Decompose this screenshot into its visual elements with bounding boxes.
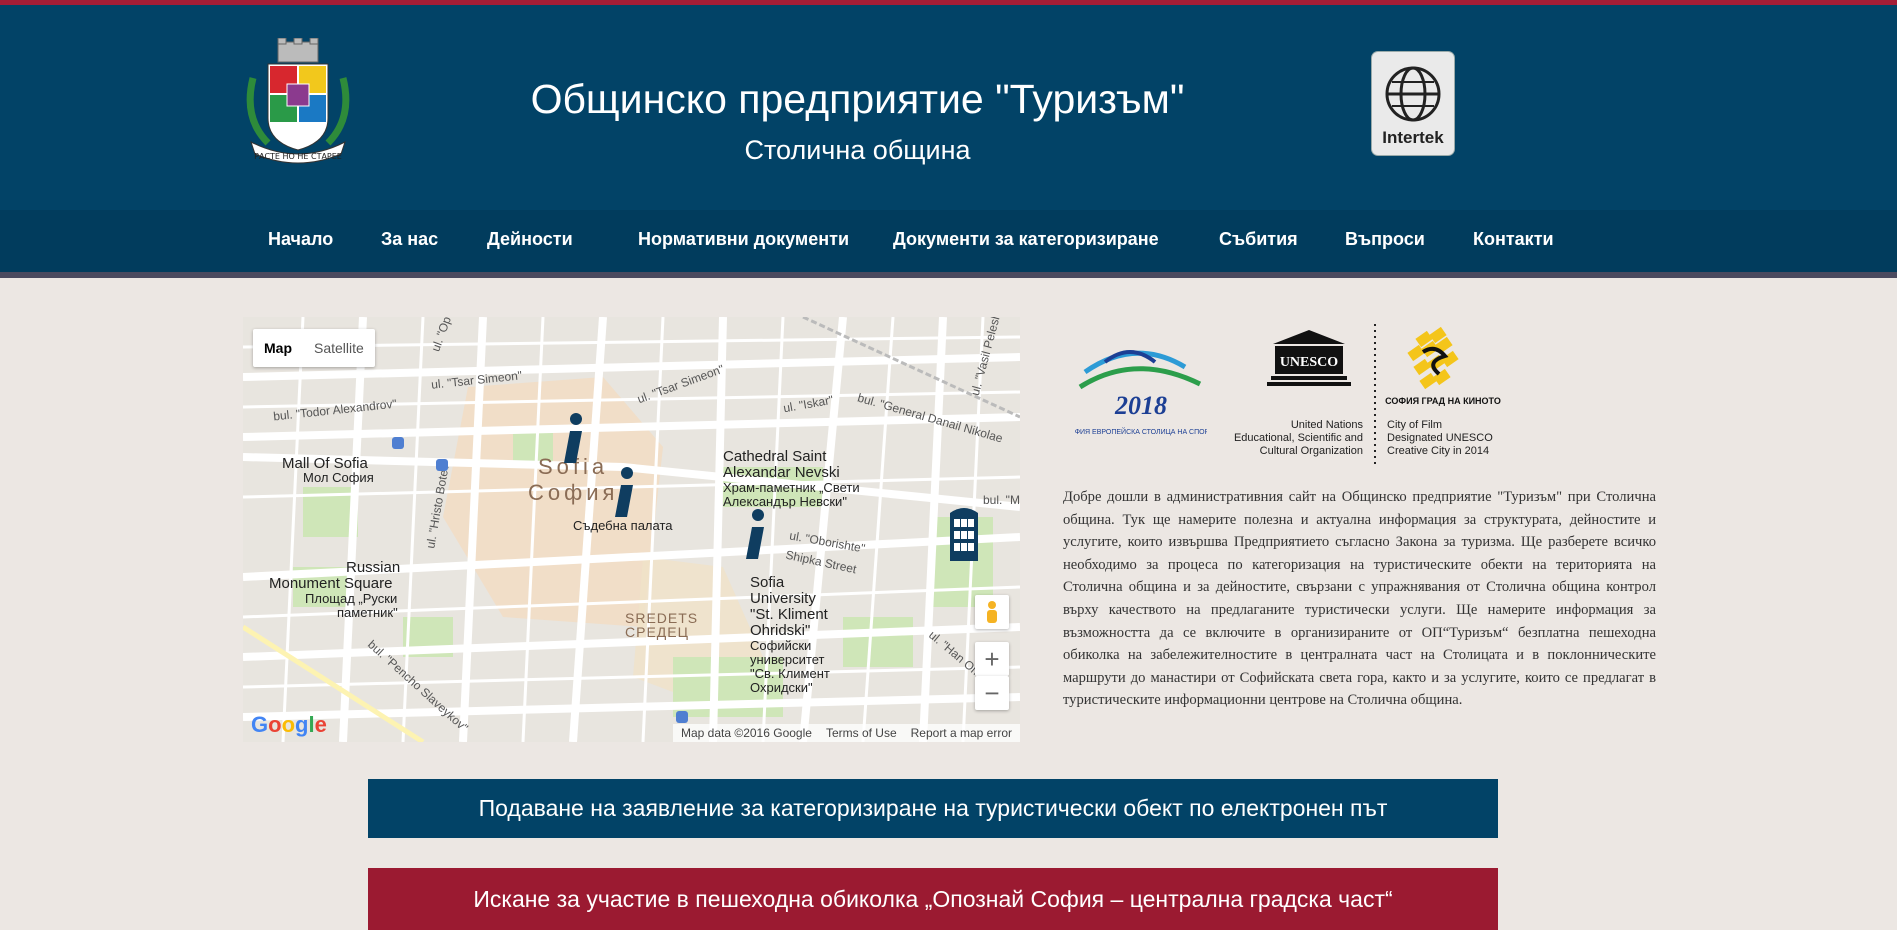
terms-of-use-link[interactable]: Terms of Use bbox=[826, 726, 897, 740]
zoom-out-button[interactable]: − bbox=[975, 676, 1009, 710]
unesco-org-line: United Nations bbox=[1291, 419, 1364, 431]
apply-categorization-button[interactable]: Подаване на заявление за категоризиране … bbox=[368, 779, 1498, 838]
report-map-error-link[interactable]: Report a map error bbox=[911, 726, 1012, 740]
place-label: Sofia bbox=[750, 574, 785, 591]
sofia-film-city-label: СОФИЯ ГРАД НА КИНОТО bbox=[1385, 396, 1501, 406]
sofia-2018-logo: 2018 СОФИЯ ЕВРОПЕЙСКА СТОЛИЦА НА СПОРТА bbox=[1075, 350, 1207, 436]
site-title: Общинско предприятие "Туризъм" bbox=[530, 76, 1185, 122]
tourist-info-icon[interactable] bbox=[558, 411, 588, 467]
place-label: "St. Kliment bbox=[750, 606, 828, 623]
intertek-certification-logo: Intertek bbox=[1372, 52, 1454, 155]
satellite-view-button[interactable]: Satellite bbox=[303, 329, 375, 367]
street-view-pegman-icon[interactable] bbox=[975, 595, 1009, 629]
nav-item-home[interactable]: Начало bbox=[268, 229, 333, 250]
place-label: Храм-паметник „Свети bbox=[723, 480, 860, 495]
unesco-city-line: Designated UNESCO bbox=[1387, 432, 1493, 444]
place-label: паметник" bbox=[337, 605, 398, 620]
sofia2018-caption: СОФИЯ ЕВРОПЕЙСКА СТОЛИЦА НА СПОРТА bbox=[1075, 427, 1207, 436]
map-view-button[interactable]: Map bbox=[253, 329, 303, 367]
zoom-in-button[interactable]: + bbox=[975, 642, 1009, 676]
building-marker-icon[interactable] bbox=[946, 503, 982, 563]
place-label: "Св. Климент bbox=[750, 666, 830, 681]
nav-item-questions[interactable]: Въпроси bbox=[1345, 229, 1425, 250]
unesco-city-of-film-logo: UNESCO United Nations Educational, Scien… bbox=[1234, 324, 1501, 468]
tourist-info-icon[interactable] bbox=[740, 507, 770, 563]
nav-item-categorization-docs[interactable]: Документи за категоризиране bbox=[893, 229, 1159, 250]
place-label: Cathedral Saint bbox=[723, 448, 827, 465]
place-label: Съдебна палата bbox=[573, 518, 673, 533]
crest-motto: РАСТЕ НО НЕ СТАРЕЕ bbox=[254, 152, 342, 161]
nav-item-about[interactable]: За нас bbox=[381, 229, 438, 250]
top-accent-strip bbox=[0, 0, 1897, 5]
unesco-city-line: City of Film bbox=[1387, 419, 1442, 431]
nav-item-regulations[interactable]: Нормативни документи bbox=[638, 229, 849, 250]
unesco-name: UNESCO bbox=[1280, 355, 1338, 370]
map-attribution: Map data ©2016 Google Terms of Use Repor… bbox=[673, 724, 1020, 742]
place-label: Monument Square bbox=[269, 575, 393, 592]
unesco-city-line: Creative City in 2014 bbox=[1387, 445, 1489, 457]
nav-item-contacts[interactable]: Контакти bbox=[1473, 229, 1554, 250]
metro-icon bbox=[436, 459, 448, 471]
site-subtitle: Столична община bbox=[744, 135, 971, 165]
metro-icon bbox=[392, 437, 404, 449]
place-label: Софийски bbox=[750, 638, 812, 653]
unesco-org-line: Cultural Organization bbox=[1260, 445, 1363, 457]
google-map[interactable]: Map Satellite ul. "Tsar Simeon" ul. "Tsa… bbox=[243, 317, 1020, 742]
place-label: University bbox=[750, 590, 816, 607]
metro-icon bbox=[676, 711, 688, 723]
tourist-info-icon[interactable] bbox=[609, 465, 639, 521]
walking-tour-request-button[interactable]: Искане за участие в пешеходна обиколка „… bbox=[368, 868, 1498, 930]
globe-icon: Intertek bbox=[1382, 66, 1444, 147]
place-label: Alexandar Nevski bbox=[723, 464, 840, 481]
google-logo: Google bbox=[251, 712, 327, 737]
nav-item-events[interactable]: Събития bbox=[1219, 229, 1298, 250]
street-label: bul. "Ma bbox=[983, 493, 1020, 507]
place-label: Russian bbox=[346, 559, 401, 576]
place-label: Площад „Руски bbox=[305, 591, 398, 606]
unesco-org-line: Educational, Scientific and bbox=[1234, 432, 1363, 444]
site-header: РАСТЕ НО НЕ СТАРЕЕ Общинско предприятие … bbox=[0, 0, 1897, 210]
place-label: Ohridski" bbox=[750, 622, 811, 639]
main-navigation: Начало За нас Дейности Нормативни докуме… bbox=[0, 210, 1897, 278]
intertek-text: Intertek bbox=[1382, 128, 1444, 147]
nav-item-activities[interactable]: Дейности bbox=[487, 229, 573, 250]
sofia-crest-logo[interactable]: РАСТЕ НО НЕ СТАРЕЕ bbox=[243, 38, 353, 168]
city-label: София bbox=[528, 480, 619, 505]
welcome-text: Добре дошли в административния сайт на О… bbox=[1063, 489, 1656, 709]
map-data-label: Map data ©2016 Google bbox=[681, 726, 812, 740]
place-label: университет bbox=[750, 652, 825, 667]
map-view-toggle: Map Satellite bbox=[253, 329, 375, 367]
district-label: СРЕДЕЦ bbox=[625, 624, 689, 640]
place-label: Охридски" bbox=[750, 680, 813, 695]
place-label: Мол София bbox=[303, 470, 374, 485]
sofia2018-year: 2018 bbox=[1114, 391, 1167, 420]
